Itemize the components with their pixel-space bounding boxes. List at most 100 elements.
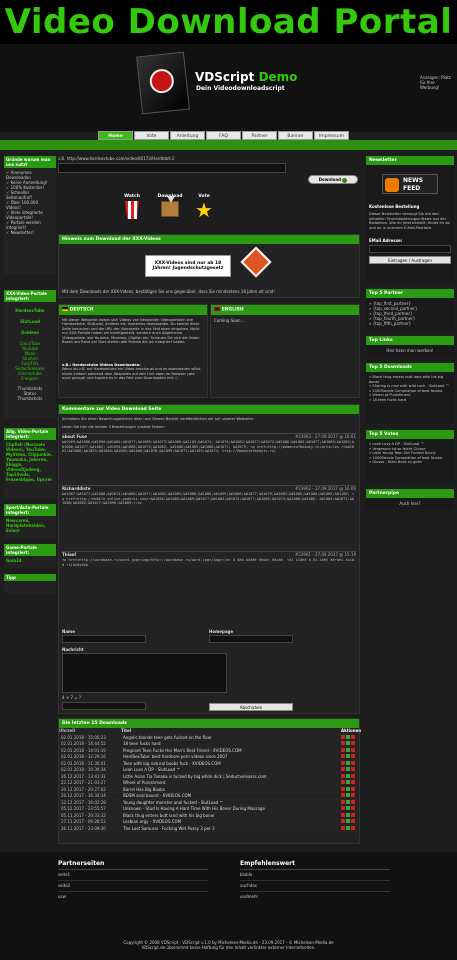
row-date: 27.11.2017 - 06:28:53 <box>61 819 106 824</box>
delete-icon[interactable] <box>351 793 355 797</box>
row-title-link[interactable]: Angelic blonde teen gets fucked on the f… <box>123 735 341 741</box>
delete-icon[interactable] <box>351 786 355 791</box>
delete-icon[interactable] <box>351 780 355 784</box>
vote-link[interactable]: » Glusso - Klein Bock zu gehn <box>369 460 451 465</box>
row-title-link[interactable]: Barrel Has Big Boobs <box>123 787 341 793</box>
footer-link[interactable]: usw <box>58 892 208 902</box>
delete-icon[interactable] <box>351 812 355 817</box>
main-content: z.B. http://www.hardsextube.com/video/80… <box>58 156 361 844</box>
row-title-link[interactable]: HardSexTube: best hardcore porn videos s… <box>123 754 341 760</box>
row-title-link[interactable]: Unknown - Stud Is Having A Hard Time Wit… <box>123 806 341 812</box>
download-arrow-icon[interactable] <box>341 741 345 745</box>
download-arrow-icon[interactable] <box>341 754 345 758</box>
row-title-link[interactable]: 18 teen fucks hard <box>123 741 341 747</box>
submit-comment-button[interactable]: Abschicken <box>209 703 293 711</box>
download-arrow-icon[interactable] <box>341 825 345 830</box>
vote-icon[interactable] <box>346 825 350 830</box>
delete-icon[interactable] <box>351 773 355 778</box>
vote-icon[interactable] <box>346 793 350 797</box>
partner-text[interactable]: Auch hier? <box>366 498 454 510</box>
delete-icon[interactable] <box>351 799 355 804</box>
row-title-link[interactable]: Black thug enters butt land with his big… <box>123 813 341 819</box>
footer-link[interactable]: seite2 <box>58 881 208 892</box>
row-title-link[interactable]: Pregnant Teen Fucks Her Man's Best Frien… <box>123 748 341 754</box>
row-title-link[interactable]: Lesbian orgy - XVIDEOS.COM <box>123 819 341 825</box>
vote-icon[interactable] <box>346 767 350 771</box>
delete-icon[interactable] <box>351 734 355 739</box>
hier-text[interactable]: Hier kann man werben! <box>366 345 454 357</box>
row-title-link[interactable]: Wheel of Punishment <box>123 780 341 786</box>
footer-link[interactable]: blabla <box>240 870 390 881</box>
vote-icon[interactable] <box>346 799 350 804</box>
download-arrow-icon[interactable] <box>341 812 345 817</box>
deutsch-text: Mit dieser Webseite lassen sich Videos v… <box>62 317 200 345</box>
delete-icon[interactable] <box>351 747 355 752</box>
homepage-input[interactable] <box>209 635 293 643</box>
nav-partner[interactable]: Partner <box>242 131 277 140</box>
delete-icon[interactable] <box>351 825 355 830</box>
vote-icon[interactable] <box>346 734 350 739</box>
vote-icon[interactable] <box>346 747 350 752</box>
download-arrow-icon[interactable] <box>341 773 345 778</box>
vote-icon[interactable] <box>346 754 350 758</box>
message-textarea[interactable] <box>62 653 227 693</box>
row-title-link[interactable]: BDSM anal bound - XVIDEOS.COM <box>123 793 341 799</box>
partner-link[interactable]: » {top_fifth_partner} <box>369 321 451 326</box>
download-link[interactable]: » Black thug enters butt land with his b… <box>369 375 451 384</box>
nav-home[interactable]: Home <box>98 131 133 140</box>
row-title-link[interactable]: Leah Luvs A DP - SlutLoad ™ <box>123 767 341 773</box>
delete-icon[interactable] <box>351 760 355 765</box>
vote-icon[interactable] <box>346 760 350 765</box>
download-arrow-icon[interactable] <box>341 806 345 810</box>
vote-button[interactable]: Vote ★ <box>193 194 215 220</box>
download-button[interactable]: Download <box>308 175 358 184</box>
delete-icon[interactable] <box>351 767 355 771</box>
download-arrow-icon[interactable] <box>341 747 345 752</box>
vote-icon[interactable] <box>346 786 350 791</box>
vote-icon[interactable] <box>346 773 350 778</box>
download-arrow-icon[interactable] <box>341 767 345 771</box>
nav-banner[interactable]: Banner <box>278 131 313 140</box>
portal-freeporn[interactable]: Freeporn <box>6 376 54 381</box>
download-arrow-icon[interactable] <box>341 819 345 823</box>
email-input[interactable] <box>369 245 451 254</box>
row-title-link[interactable]: Little Asian Tia Tanaka is fucked by big… <box>123 774 341 780</box>
download-arrow-icon[interactable] <box>341 799 345 804</box>
nav-impressum[interactable]: Impressum <box>314 131 349 140</box>
subscribe-button[interactable]: Eintragen / Austragen <box>369 256 451 265</box>
delete-icon[interactable] <box>351 806 355 810</box>
download-link[interactable]: » 18 teen fucks hard <box>369 398 451 403</box>
vote-icon[interactable] <box>346 812 350 817</box>
footer-link[interactable]: auchdas <box>240 881 390 892</box>
delete-icon[interactable] <box>351 741 355 745</box>
vote-icon[interactable] <box>346 819 350 823</box>
vote-icon[interactable] <box>346 806 350 810</box>
download-arrow-icon[interactable] <box>341 786 345 791</box>
vote-icon[interactable] <box>346 780 350 784</box>
row-title-link[interactable]: The Last Samurai - Fucking Wet Pussy 3 p… <box>123 826 341 832</box>
captcha-input[interactable] <box>62 702 146 710</box>
watch-button[interactable]: Watch <box>121 194 143 219</box>
row-title-link[interactable]: Teen with big natural boobs fuck - XVIDE… <box>123 761 341 767</box>
delete-icon[interactable] <box>351 819 355 823</box>
nav-faq[interactable]: FAQ <box>206 131 241 140</box>
thumbshots-link[interactable]: Thumbshots <box>6 396 54 401</box>
vote-icon[interactable] <box>346 741 350 745</box>
portal-hardsextube[interactable]: HardsexTube <box>6 308 54 313</box>
download-arrow-icon[interactable] <box>341 780 345 784</box>
download-arrow-icon[interactable] <box>341 793 345 797</box>
download-icon-button[interactable]: Download <box>155 194 185 217</box>
download-arrow-icon[interactable] <box>341 760 345 765</box>
download-arrow-icon[interactable] <box>341 734 345 739</box>
footer-link[interactable]: seite1 <box>58 870 208 881</box>
row-title-link[interactable]: Young daughter monster anal fucked - Slu… <box>123 800 341 806</box>
xxx-head: XXX-Video-Portale integriert: <box>4 290 56 302</box>
url-input[interactable] <box>58 163 286 173</box>
footer-link[interactable]: undmehr <box>240 892 390 902</box>
nav-anleitung[interactable]: Anleitung <box>170 131 205 140</box>
portal-xvideos[interactable]: Xvideos <box>6 330 54 335</box>
nav-vote[interactable]: Vote <box>134 131 169 140</box>
name-input[interactable] <box>62 635 146 643</box>
delete-icon[interactable] <box>351 754 355 758</box>
portal-slutload[interactable]: SlutLoad <box>6 319 54 324</box>
